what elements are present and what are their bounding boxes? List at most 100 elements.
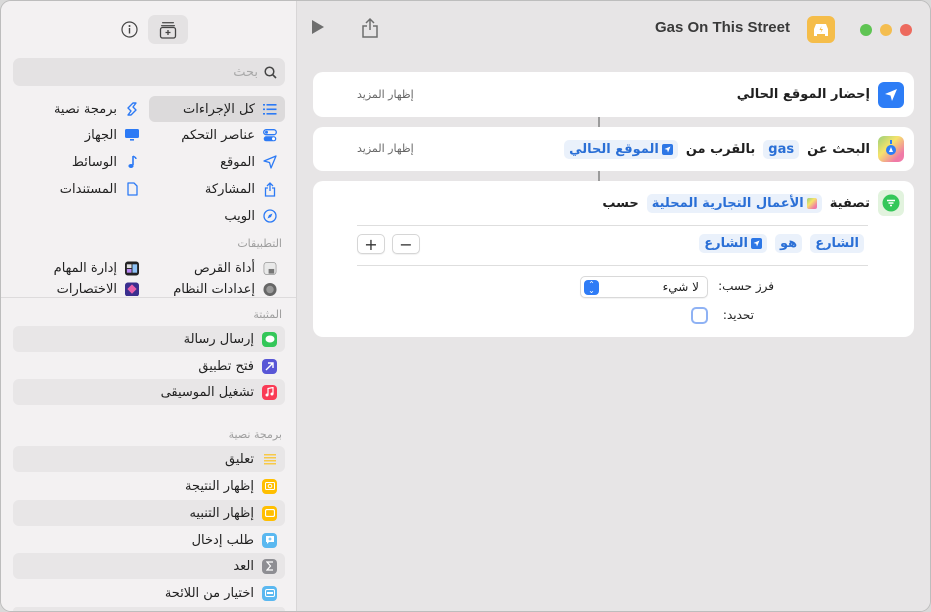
run-button[interactable] [311,19,327,37]
action-label: إظهار التنبيه [189,505,254,521]
location-arrow-icon [661,143,673,155]
category-location[interactable]: الموقع [149,149,285,175]
action-label: اختيار من اللائحة [164,585,254,601]
action-count[interactable]: العد [13,553,285,579]
filter-icon-tile [878,190,904,216]
app-label: إعدادات النظام [173,282,255,296]
car-bolt-icon [814,23,828,36]
action-label: تعليق [225,451,254,467]
filter-condition-row: الشارع هو الشارع [699,234,864,253]
shortcuts-icon [125,282,139,296]
action-label: تشغيل الموسيقى [160,384,254,400]
category-label: كل الإجراءات [183,101,255,117]
action-play-music[interactable]: تشغيل الموسيقى [13,379,285,405]
action-choose-from-list[interactable]: اختيار من اللائحة [13,580,285,606]
app-system-settings[interactable]: إعدادات النظام [149,282,285,296]
music-note-icon [125,155,139,169]
action-next-partial[interactable] [13,607,285,611]
location-variable-token[interactable]: الموقع الحالي [564,139,678,159]
category-documents[interactable]: المستندات [13,176,147,202]
filter-icon [882,194,900,212]
condition-value-token[interactable]: الشارع [699,234,768,253]
category-scripting[interactable]: برمجة نصية [13,96,147,122]
compass-icon [263,209,277,223]
app-label: أداة القرص [194,260,255,276]
share-icon [362,17,378,38]
ask-input-icon [262,532,277,548]
location-arrow-icon [878,81,904,108]
system-settings-icon [263,282,277,296]
action-open-app[interactable]: فتح تطبيق [13,353,285,379]
action-text: البحث عن [807,141,870,157]
category-label: الويب [224,208,255,224]
messages-icon [262,331,277,347]
category-media[interactable]: الوسائط [13,149,147,175]
action-send-message[interactable]: إرسال رسالة [13,326,285,352]
flow-connector [598,117,600,127]
show-more-link[interactable]: إظهار المزيد [357,142,414,155]
token-label: الأعمال التجارية المحلية [651,195,804,211]
condition-operator-token[interactable]: هو [775,234,803,253]
window-controls [860,24,912,36]
action-label: إظهار النتيجة [184,478,254,494]
toggles-icon [263,128,277,142]
search-field[interactable]: بحث [13,58,285,86]
share-icon [263,181,277,197]
category-label: المشاركة [204,181,255,197]
limit-checkbox[interactable] [691,307,708,324]
add-condition-button[interactable]: + [357,234,385,254]
category-controls[interactable]: عناصر التحكم [149,122,285,148]
app-disk-utility[interactable]: أداة القرص [149,255,285,281]
action-show-result[interactable]: إظهار النتيجة [13,473,285,499]
editor-area: Gas On This Street إحضار الموقع الحالي إ… [297,1,930,611]
action-text: تصفية [829,195,870,211]
action-ask-input[interactable]: طلب إدخال [13,527,285,553]
zoom-window-button[interactable] [860,24,872,36]
app-shortcuts[interactable]: الاختصارات [13,282,147,296]
shortcut-title[interactable]: Gas On This Street [655,19,790,36]
category-device[interactable]: الجهاز [13,122,147,148]
action-library-icon [159,21,177,39]
list-icon [263,102,277,116]
category-web[interactable]: الويب [149,203,285,229]
divider [357,225,868,226]
share-button[interactable] [361,17,379,39]
action-card-filter[interactable]: تصفية الأعمال التجارية المحلية حسب الشار… [313,181,914,337]
sidebar-categories-pane: بحث كل الإجراءات برمجة نصية عناصر التحكم… [1,1,296,296]
play-icon [312,20,324,34]
condition-property-token[interactable]: الشارع [810,234,864,253]
scripting-icon [125,101,139,116]
music-icon [262,384,277,400]
action-card-search-maps[interactable]: البحث عن gas بالقرب من الموقع الحالي إظه… [313,127,914,171]
category-label: الوسائط [71,154,117,170]
action-text: حسب [602,195,639,211]
local-businesses-token[interactable]: الأعمال التجارية المحلية [646,193,822,213]
show-result-icon [262,478,277,494]
action-library-button[interactable] [148,15,188,44]
flow-connector [598,171,600,181]
sort-by-select[interactable]: لا شيء ⌃ ⌄ [580,276,708,298]
action-card-get-location[interactable]: إحضار الموقع الحالي إظهار المزيد [313,72,914,117]
action-label: العد [233,558,254,574]
sort-by-value: لا شيء [662,280,699,294]
location-arrow-icon [751,238,763,249]
info-icon [120,21,138,38]
limit-label: تحديد: [722,308,754,322]
scripting-section-header: برمجة نصية [228,428,282,441]
action-show-alert[interactable]: إظهار التنبيه [13,500,285,526]
app-mission-control[interactable]: إدارة المهام [13,255,147,281]
action-comment[interactable]: تعليق [13,446,285,472]
category-all-actions[interactable]: كل الإجراءات [149,96,285,122]
search-query-token[interactable]: gas [763,139,800,159]
info-button[interactable] [109,15,149,44]
remove-condition-button[interactable]: − [392,234,420,254]
disk-utility-icon [263,261,277,275]
minimize-window-button[interactable] [880,24,892,36]
close-window-button[interactable] [900,24,912,36]
show-more-link[interactable]: إظهار المزيد [357,88,414,101]
open-app-arrow-icon [262,358,277,374]
shortcut-icon-button[interactable] [807,16,835,43]
alert-icon [262,505,277,521]
action-label: فتح تطبيق [198,358,254,374]
category-sharing[interactable]: المشاركة [149,176,285,202]
